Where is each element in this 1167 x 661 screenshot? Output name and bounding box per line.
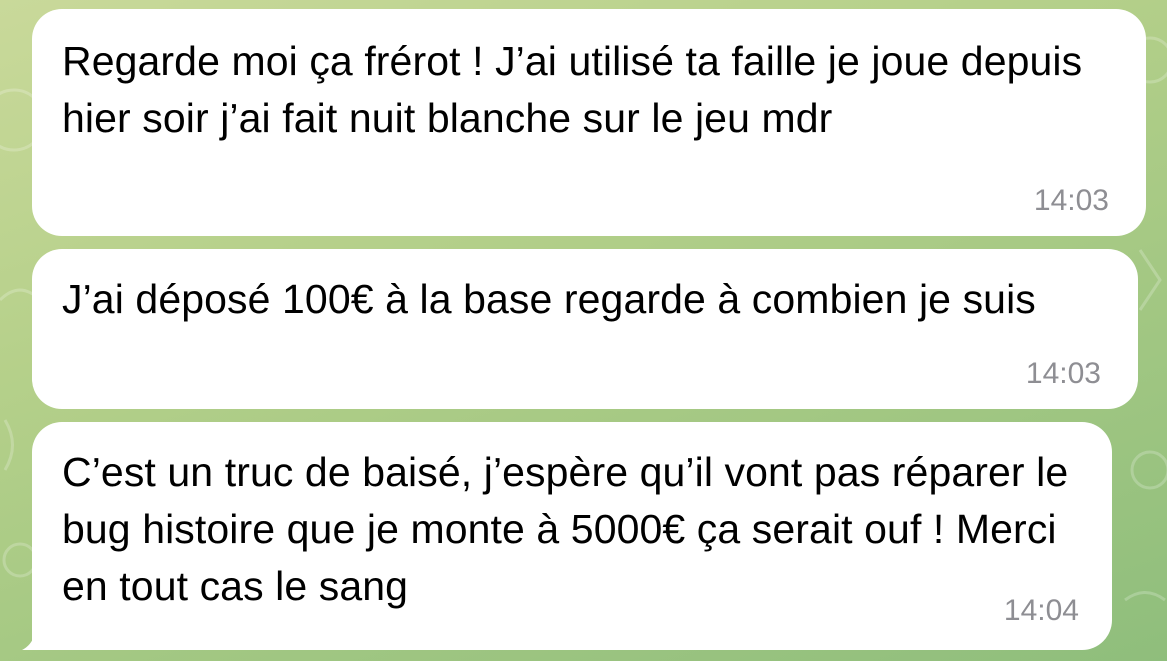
message-bubble[interactable]: Regarde moi ça frérot ! J’ai utilisé ta … (32, 9, 1146, 236)
message-timestamp: 14:03 (1025, 357, 1101, 390)
message-bubble[interactable]: J’ai déposé 100€ à la base regarde à com… (32, 249, 1138, 409)
message-bubble[interactable]: C’est un truc de baisé, j’espère qu’il v… (32, 422, 1112, 650)
message-timestamp: 14:03 (1033, 184, 1109, 217)
message-text: J’ai déposé 100€ à la base regarde à com… (62, 276, 1036, 322)
bubble-tail-icon (22, 628, 48, 650)
message-timestamp: 14:04 (1003, 594, 1079, 627)
message-text: C’est un truc de baisé, j’espère qu’il v… (62, 449, 1069, 609)
chat-message-list: Regarde moi ça frérot ! J’ai utilisé ta … (0, 0, 1167, 661)
message-text: Regarde moi ça frérot ! J’ai utilisé ta … (62, 38, 1083, 141)
